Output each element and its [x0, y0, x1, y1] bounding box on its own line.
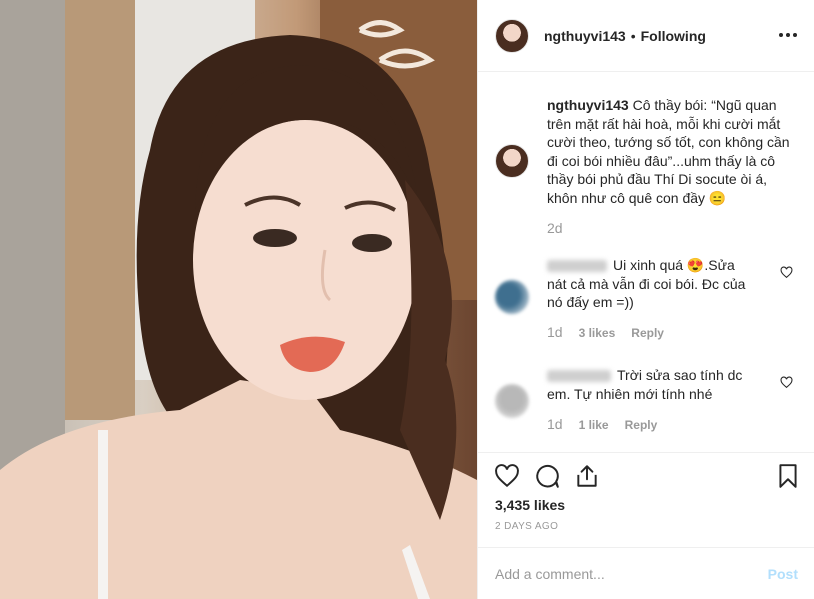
like-comment-heart-icon[interactable] [780, 376, 793, 389]
commenter-name-redacted[interactable] [547, 260, 607, 273]
author-username[interactable]: ngthuyvi143 [544, 28, 626, 44]
comment-likes[interactable]: 3 likes [579, 326, 616, 340]
comments-list[interactable]: ngthuyvi143 Cô thầy bói: “Ngũ quan trên … [478, 72, 814, 452]
comment-likes[interactable]: 1 like [579, 418, 609, 432]
caption-body: Cô thầy bói: “Ngũ quan trên mặt rất hài … [547, 97, 790, 206]
post-header: ngthuyvi143 • Following [478, 0, 814, 72]
comment-meta: 1d 3 likes Reply [547, 324, 664, 340]
share-upload-icon[interactable] [574, 463, 600, 489]
caption-avatar[interactable] [495, 144, 529, 178]
comment-meta: 1d 1 like Reply [547, 416, 657, 432]
commenter-avatar[interactable] [495, 280, 529, 314]
post-panel: ngthuyvi143 • Following ngthuyvi143 Cô t… [477, 0, 814, 599]
commenter-avatar[interactable] [495, 384, 529, 418]
more-horizontal-icon[interactable] [779, 26, 797, 44]
add-comment-input[interactable] [495, 565, 750, 582]
reply-button[interactable]: Reply [631, 326, 664, 340]
reply-button[interactable]: Reply [625, 418, 658, 432]
comment-age[interactable]: 1d [547, 324, 563, 340]
caption-age[interactable]: 2d [547, 220, 563, 236]
header-separator: • [630, 27, 636, 44]
commenter-name-redacted[interactable] [547, 370, 611, 383]
caption-text: ngthuyvi143 Cô thầy bói: “Ngũ quan trên … [547, 96, 797, 207]
author-avatar[interactable] [495, 18, 529, 53]
caption-username[interactable]: ngthuyvi143 [547, 97, 629, 113]
post-comment-button[interactable]: Post [768, 566, 798, 582]
like-comment-heart-icon[interactable] [780, 266, 793, 279]
comment-composer: Post [478, 547, 814, 599]
comment-age[interactable]: 1d [547, 416, 563, 432]
post-photo[interactable] [0, 0, 477, 599]
post-actions [478, 452, 814, 492]
following-button[interactable]: Following [641, 28, 706, 44]
comment-text: Trời sửa sao tính dc em. Tự nhiên mới tí… [547, 366, 757, 403]
comment-text: Ui xinh quá 😍.Sửa nát cả mà vẫn đi coi b… [547, 256, 757, 312]
likes-count[interactable]: 3,435 likes [495, 497, 565, 513]
bookmark-save-icon[interactable] [775, 463, 801, 489]
comment-bubble-icon[interactable] [534, 463, 560, 489]
like-heart-icon[interactable] [494, 463, 520, 489]
selfie-illustration [0, 0, 477, 599]
post-date[interactable]: 2 DAYS AGO [495, 521, 558, 532]
